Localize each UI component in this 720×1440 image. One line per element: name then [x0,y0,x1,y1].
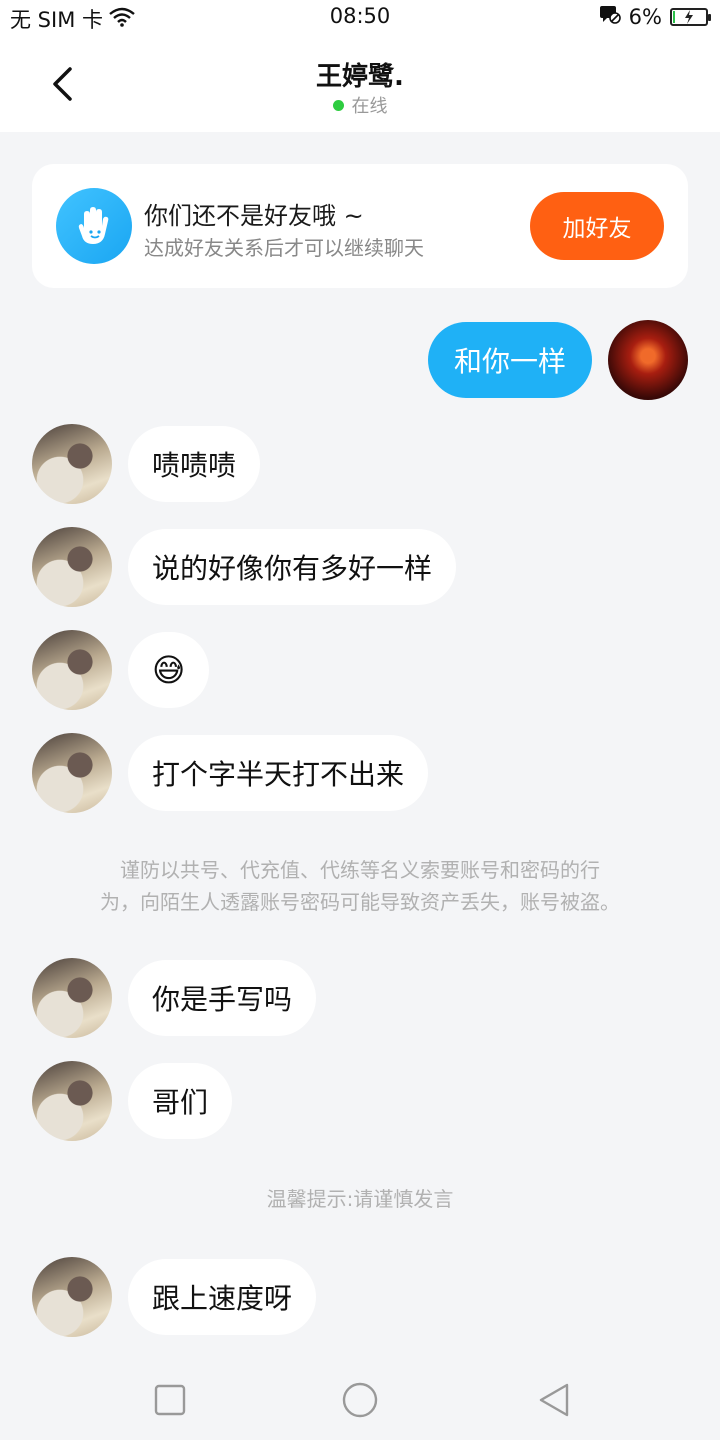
message-bubble[interactable]: 和你一样 [427,322,592,398]
message-bubble[interactable]: 跟上速度呀 [128,1259,317,1335]
message-incoming: 啧啧啧 [32,424,261,504]
online-label: 在线 [351,96,388,117]
message-incoming: 打个字半天打不出来 [32,733,429,813]
my-avatar[interactable] [608,320,688,400]
square-icon [154,1384,186,1416]
message-incoming: 哥们 [32,1061,233,1141]
contact-avatar[interactable] [32,733,112,813]
home-button[interactable] [340,1380,380,1420]
battery-fill [673,10,675,23]
security-notice: 谨防以共号、代充值、代练等名义索要账号和密码的行 为，向陌生人透露账号密码可能导… [40,854,680,918]
message-incoming: 你是手写吗 [32,958,317,1038]
battery-icon [670,7,711,26]
hand-icon [56,188,132,264]
add-friend-button[interactable]: 加好友 [530,192,664,260]
system-nav-bar [0,1360,720,1440]
message-outgoing: 和你一样 [427,320,688,400]
status-right: 6% [599,4,711,29]
contact-avatar[interactable] [32,630,112,710]
not-friends-card: 你们还不是好友哦 ~ 达成好友关系后才可以继续聊天 加好友 [32,164,688,288]
message-bubble[interactable]: 😅 [128,632,210,708]
contact-avatar[interactable] [32,958,112,1038]
battery-percent: 6% [628,4,662,29]
contact-avatar[interactable] [32,1257,112,1337]
message-bubble[interactable]: 哥们 [128,1063,233,1139]
notice-line: 谨防以共号、代充值、代练等名义索要账号和密码的行 [120,858,600,882]
message-muted-icon [599,4,621,29]
back-nav-button[interactable] [534,1380,574,1420]
card-title: 你们还不是好友哦 ~ [144,202,364,230]
recents-button[interactable] [150,1380,190,1420]
tip-notice: 温馨提示:请谨慎发言 [266,1187,454,1211]
card-subtitle: 达成好友关系后才可以继续聊天 [144,236,424,260]
message-bubble[interactable]: 说的好像你有多好一样 [128,529,457,605]
circle-icon [342,1382,378,1418]
online-dot-icon [332,99,344,111]
status-bar: 无 SIM 卡 08:50 6% [0,0,720,36]
notice-line: 为，向陌生人透露账号密码可能导致资产丢失，账号被盗。 [100,890,620,914]
contact-avatar[interactable] [32,424,112,504]
contact-status: 在线 [0,92,720,118]
message-incoming: 说的好像你有多好一样 [32,527,457,607]
contact-avatar[interactable] [32,527,112,607]
chat-screen: 无 SIM 卡 08:50 6% 王婷鹭. 在线 你们还不是好友哦 ~ 达成好友… [0,0,720,1440]
contact-name: 王婷鹭. [316,62,404,92]
message-bubble[interactable]: 你是手写吗 [128,960,317,1036]
message-bubble[interactable]: 啧啧啧 [128,426,261,502]
contact-avatar[interactable] [32,1061,112,1141]
triangle-back-icon [539,1383,569,1417]
message-incoming: 跟上速度呀 [32,1257,317,1337]
chat-header: 王婷鹭. 在线 [0,36,720,132]
message-incoming: 😅 [32,630,210,710]
message-bubble[interactable]: 打个字半天打不出来 [128,735,429,811]
